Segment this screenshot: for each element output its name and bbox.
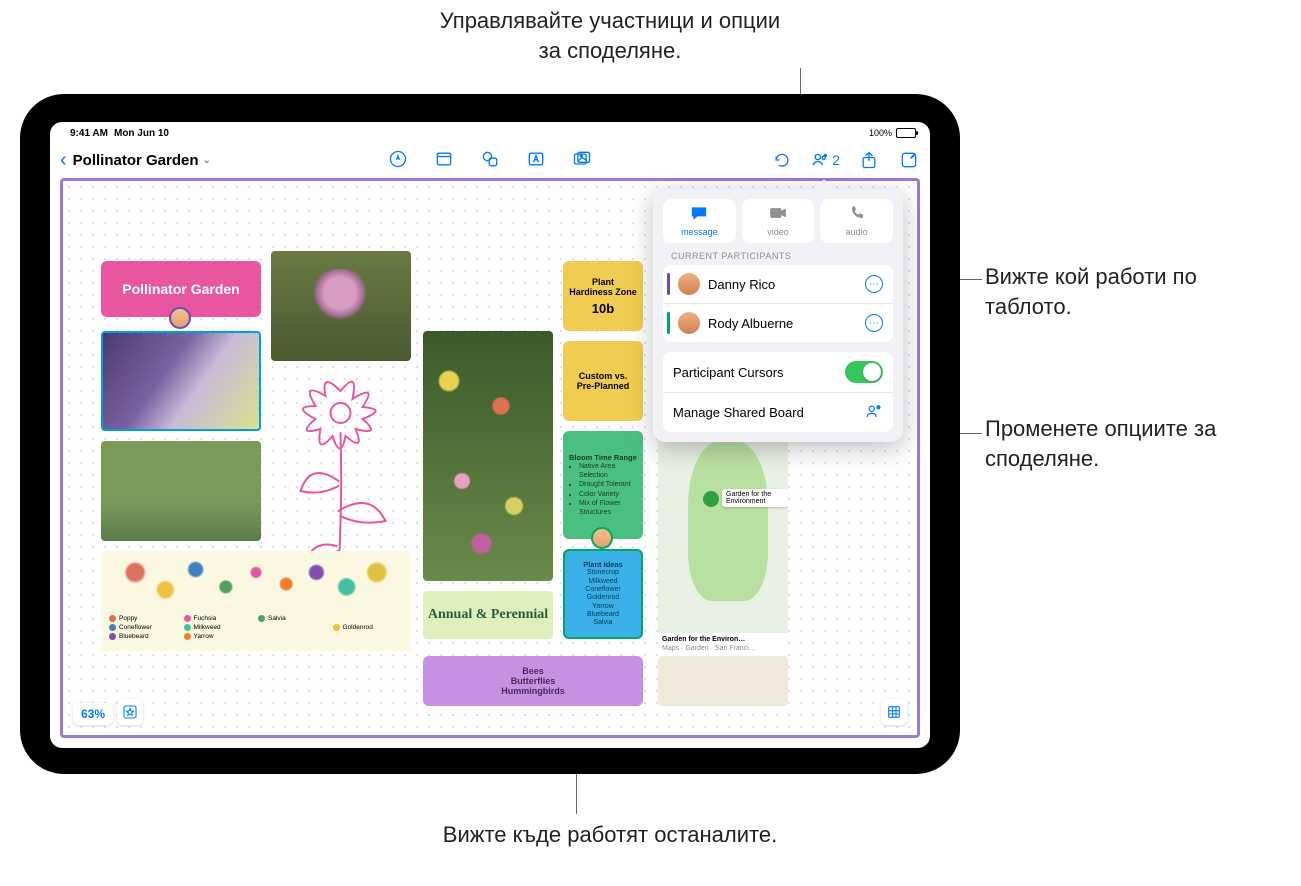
participant-color-bar [667,273,670,295]
collaborators-button[interactable]: 2 [811,151,840,169]
photo-bee-closeup[interactable] [658,656,788,706]
media-tool-icon[interactable] [571,148,593,170]
share-icon[interactable] [858,149,880,171]
map-pin-icon [703,491,719,507]
collaborator-count: 2 [832,152,840,168]
participant-row[interactable]: Danny Rico ⋯ [663,265,893,304]
sticky-pollinators[interactable]: Bees Butterflies Hummingbirds [423,656,643,706]
sticky-hardiness-value: 10b [592,301,614,316]
participant-cursor-avatar [591,527,613,549]
sticky-custom[interactable]: Custom vs. Pre-Planned [563,341,643,421]
photo-field[interactable] [101,441,261,541]
flower-drawing[interactable] [268,361,413,581]
new-board-icon[interactable] [898,149,920,171]
status-time: 9:41 AM [70,128,108,139]
zoom-level[interactable]: 63% [73,703,113,725]
sticky-plant-ideas[interactable]: Plant Ideas Stonecrop Milkweed Coneflowe… [563,549,643,639]
minimap-button[interactable] [881,699,907,725]
collaboration-popover: message video audio CURRENT PARTICIPANTS [653,189,903,442]
center-toolbar [387,148,593,170]
more-icon[interactable]: ⋯ [865,314,883,332]
toggle-on[interactable] [845,361,883,383]
screen: 9:41 AM Mon Jun 10 100% ‹ Pollinator Gar… [50,122,930,748]
phone-icon [848,205,866,226]
toolbar: ‹ Pollinator Garden ⌄ 2 [50,142,930,178]
plant-legend[interactable]: Poppy Fuchsia Salvia Coneflower Milkweed… [101,551,411,651]
favorite-button[interactable] [117,699,143,725]
status-bar: 9:41 AM Mon Jun 10 100% [50,122,930,142]
participants-list: Danny Rico ⋯ Rody Albuerne ⋯ [663,265,893,342]
map-card[interactable]: Garden for the Environment Garden for th… [658,431,788,656]
battery-pct: 100% [869,128,892,138]
battery-icon [896,128,916,138]
sticky-bloom-list: Native Area Selection Drought Tolerant C… [579,462,637,517]
undo-icon[interactable] [771,149,793,171]
callout-cursors: Вижте къде работят останалите. [430,820,790,850]
board-title[interactable]: Pollinator Garden ⌄ [73,152,211,169]
map-caption: Garden for the Environ… Maps · Garden · … [658,633,788,656]
chevron-down-icon: ⌄ [203,155,211,166]
avatar [678,273,700,295]
legend-rows: Poppy Fuchsia Salvia Coneflower Milkweed… [105,613,407,642]
sticky-plant-ideas-title: Plant Ideas [583,560,623,569]
sticky-plant-ideas-list: Stonecrop Milkweed Coneflower Goldenrod … [585,569,620,628]
participant-row[interactable]: Rody Albuerne ⋯ [663,304,893,342]
back-button[interactable]: ‹ [60,149,67,172]
sticky-custom-text: Custom vs. Pre-Planned [569,371,637,391]
participant-cursors-label: Participant Cursors [673,365,784,380]
board-title-card[interactable]: Pollinator Garden [101,261,261,317]
participants-section-header: CURRENT PARTICIPANTS [671,251,893,261]
canvas[interactable]: Pollinator Garden [60,178,920,738]
manage-shared-board-row[interactable]: Manage Shared Board [663,393,893,432]
participant-cursor-avatar [169,307,191,329]
annual-label[interactable]: Annual & Perennial [423,591,553,639]
callout-participants: Вижте кой работи по таблото. [985,262,1265,321]
photo-moth[interactable] [271,251,411,361]
sticky-hardiness-title: Plant Hardiness Zone [569,277,637,297]
participant-name: Danny Rico [708,277,857,292]
shape-tool-icon[interactable] [479,148,501,170]
manage-shared-board-label: Manage Shared Board [673,405,804,420]
video-button[interactable]: video [742,199,815,243]
avatar [678,312,700,334]
video-icon [769,205,787,226]
map-pin-label: Garden for the Environment [722,489,788,507]
message-button[interactable]: message [663,199,736,243]
status-date: Mon Jun 10 [114,128,169,139]
ipad-frame: 9:41 AM Mon Jun 10 100% ‹ Pollinator Gar… [20,94,960,774]
more-icon[interactable]: ⋯ [865,275,883,293]
note-tool-icon[interactable] [433,148,455,170]
popover-settings: Participant Cursors Manage Shared Board [663,352,893,432]
callout-manage: Управлявайте участници и опции за сподел… [430,6,790,65]
photo-bee[interactable] [101,331,261,431]
message-icon [690,205,708,226]
callout-manage-shared: Променете опциите за споделяне. [985,414,1285,473]
board-title-text: Pollinator Garden [73,152,199,169]
sticky-bloom[interactable]: Bloom Time Range Native Area Selection D… [563,431,643,539]
collaborate-icon [865,402,883,423]
text-tool-icon[interactable] [525,148,547,170]
participant-color-bar [667,312,670,334]
participant-cursors-row[interactable]: Participant Cursors [663,352,893,393]
sticky-hardiness[interactable]: Plant Hardiness Zone 10b [563,261,643,331]
board-title-card-text: Pollinator Garden [122,281,239,297]
sticky-bloom-title: Bloom Time Range [569,453,637,462]
photo-garden[interactable] [423,331,553,581]
pen-tool-icon[interactable] [387,148,409,170]
audio-button[interactable]: audio [820,199,893,243]
participant-name: Rody Albuerne [708,316,857,331]
